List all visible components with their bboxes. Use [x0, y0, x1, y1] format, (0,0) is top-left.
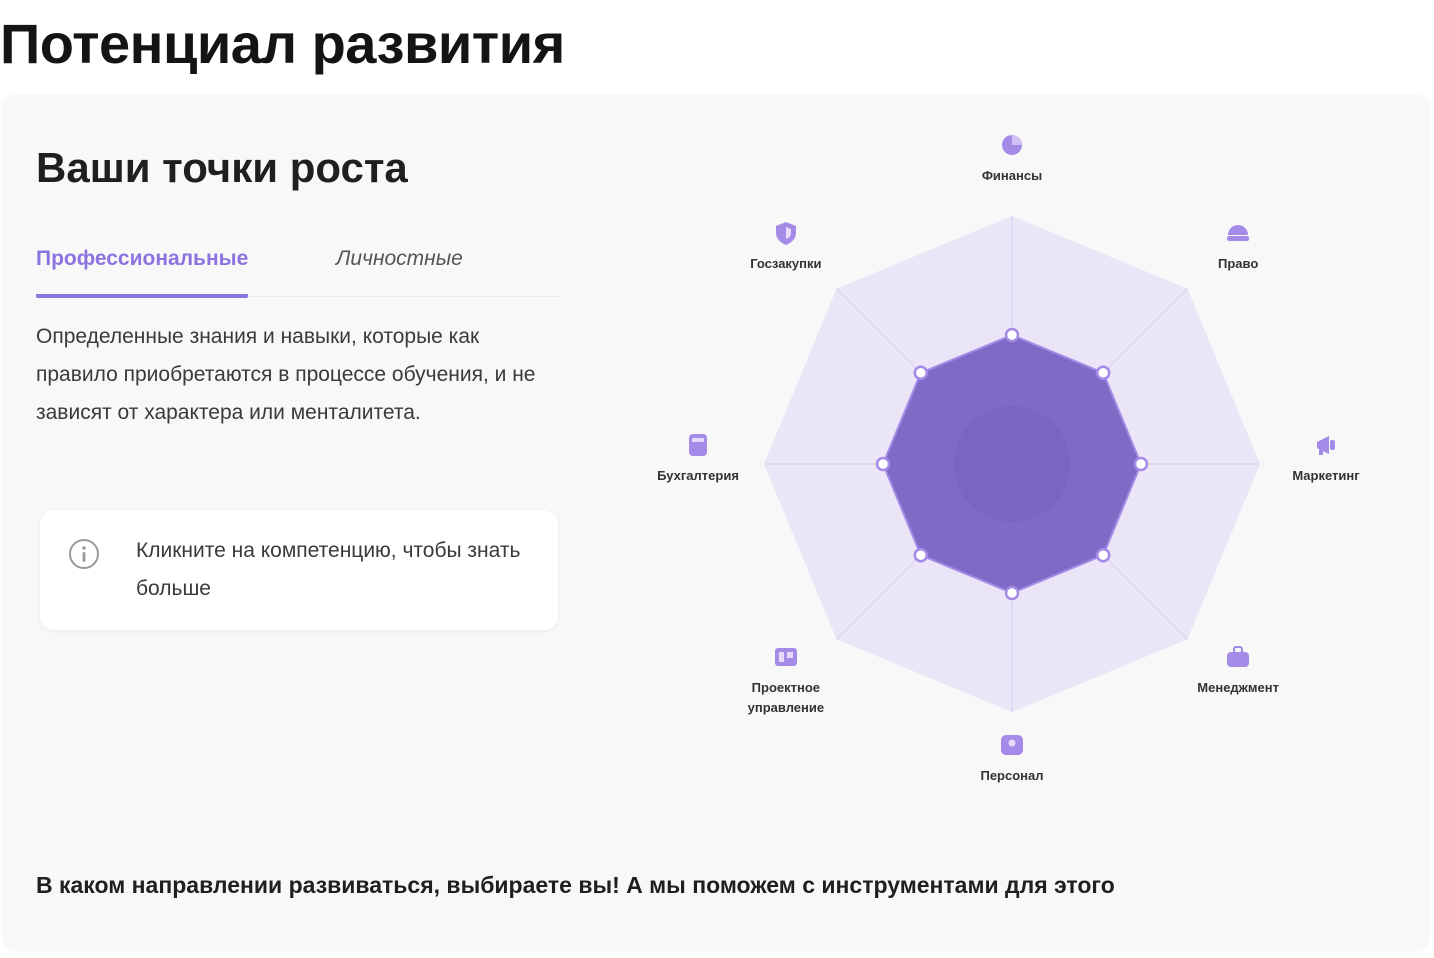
radar-vertex-point — [913, 365, 929, 381]
info-icon — [69, 539, 99, 569]
competency-axis[interactable]: Госзакупки — [726, 218, 846, 274]
footer-text: В каком направлении развиваться, выбирае… — [36, 872, 1115, 898]
competency-axis-label: Проектное управление — [747, 680, 825, 716]
competency-axis[interactable]: Маркетинг — [1266, 430, 1386, 486]
competency-axis[interactable]: Проектное управление — [726, 642, 846, 718]
tab-professional[interactable]: Профессиональные — [36, 236, 249, 298]
shield-icon — [775, 221, 796, 245]
competency-axis-label: Менеджмент — [1197, 680, 1279, 696]
radar-vertex-point — [1004, 327, 1020, 343]
radar-vertex-point — [1133, 456, 1149, 472]
competency-axis-label: Право — [1217, 255, 1259, 271]
hint-text: Кликните на компетенцию, чтобы знать бол… — [136, 539, 521, 600]
competency-axis-label: Бухгалтерия — [657, 468, 739, 483]
radar-vertex-point — [1095, 547, 1111, 563]
radar-vertex-point — [913, 547, 929, 563]
competency-axis[interactable]: Финансы — [952, 130, 1072, 186]
competency-axis[interactable]: Право — [1178, 218, 1298, 274]
tab-description: Определенные знания и навыки, которые ка… — [36, 325, 536, 424]
people-icon — [1001, 735, 1023, 755]
page-title: Потенциал развития — [0, 12, 565, 75]
radar-center — [954, 406, 1070, 522]
project-board-icon — [774, 648, 797, 667]
calculator-icon — [689, 434, 707, 456]
pie-chart-icon — [1002, 135, 1022, 155]
competency-axis-label: Маркетинг — [1292, 468, 1360, 483]
competency-axis[interactable]: Персонал — [952, 730, 1072, 786]
radar-vertex-point — [875, 456, 891, 472]
competency-radar: Финансы Право Маркетинг Менеджмент Персонал П… — [638, 135, 1400, 800]
competency-tabs: Профессиональные Личностные — [36, 236, 560, 298]
hint-box: Кликните на компетенцию, чтобы знать бол… — [40, 510, 558, 630]
scales-icon — [1227, 224, 1250, 241]
competency-axis-label: Финансы — [981, 168, 1043, 183]
tab-personal[interactable]: Личностные — [336, 236, 463, 294]
radar-vertex-point — [1095, 365, 1111, 381]
competency-axis[interactable]: Бухгалтерия — [638, 430, 758, 486]
card-title: Ваши точки роста — [36, 144, 408, 191]
page: Потенциал развития Ваши точки роста Проф… — [0, 0, 1434, 958]
briefcase-icon — [1227, 646, 1250, 668]
competency-axis-label: Персонал — [980, 768, 1044, 783]
radar-vertex-point — [1004, 585, 1020, 601]
competency-axis[interactable]: Менеджмент — [1178, 642, 1298, 698]
competency-axis-label: Госзакупки — [750, 255, 822, 271]
megaphone-icon — [1317, 436, 1335, 455]
